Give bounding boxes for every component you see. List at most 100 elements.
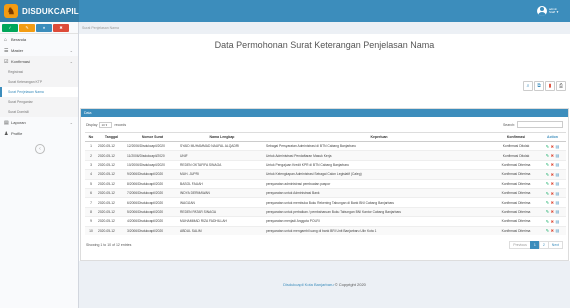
row-actions: ✎ ✖ ▤ xyxy=(540,219,565,224)
table-footer: Showing 1 to 10 of 12 entries Previous 1… xyxy=(81,239,568,251)
table-cell: Konfirmasi Diterima xyxy=(493,159,539,170)
action-cell: ✎ ✖ ▤ xyxy=(539,178,566,189)
action-cell: ✎ ✖ ▤ xyxy=(539,197,566,208)
sidebar-item-label: Beranda xyxy=(11,37,27,42)
row-actions: ✎ ✖ ▤ xyxy=(540,144,565,149)
sidebar-item-konfirmasi[interactable]: ☑ Konfirmasi ⌄ xyxy=(0,56,78,67)
table-cell: Untuk Pengajuan Kredit KPR di BTN Cabang… xyxy=(265,159,493,170)
content-panel: Data Permohonan Surat Keterangan Penjela… xyxy=(79,34,570,261)
submenu-item-penjelasan-nama[interactable]: Surat Penjelasan Nama xyxy=(0,87,78,97)
detail-icon[interactable]: ▤ xyxy=(555,144,559,149)
pagination-previous[interactable]: Previous xyxy=(509,241,531,250)
sidebar-item-laporan[interactable]: ▤ Laporan ⌄ xyxy=(0,117,78,128)
sidebar-item-master[interactable]: ☰ Master ⌄ xyxy=(0,45,78,56)
table-cell: persyaratan untuk mengambil uang di bank… xyxy=(265,225,493,236)
edit-icon[interactable]: ✎ xyxy=(546,144,549,149)
sidebar-item-label: Laporan xyxy=(11,120,26,125)
table-cell: 6 xyxy=(85,187,97,198)
column-header[interactable]: Konfirmasi xyxy=(493,132,539,142)
delete-icon[interactable]: ✖ xyxy=(551,144,554,149)
table-row: 4 2020-05-12 9/2006/Disdukcapil/2020 MUH. J… xyxy=(85,169,566,180)
delete-icon[interactable]: ✖ xyxy=(551,191,554,196)
column-header[interactable]: No xyxy=(85,132,97,142)
user-menu[interactable]: admin Staff ▼ xyxy=(537,2,560,20)
detail-icon[interactable]: ▤ xyxy=(555,228,559,233)
edit-icon[interactable]: ✎ xyxy=(546,219,549,224)
submenu-item-domisili[interactable]: Surat Domisili xyxy=(0,107,78,117)
detail-icon[interactable]: ▤ xyxy=(555,209,559,214)
detail-icon[interactable]: ▤ xyxy=(555,162,559,167)
row-actions: ✎ ✖ ▤ xyxy=(540,172,565,177)
avatar xyxy=(537,6,547,16)
top-navbar: ♞ DISDUKCAPIL admin Staff ▼ xyxy=(0,0,570,22)
delete-icon[interactable]: ✖ xyxy=(551,162,554,167)
edit-icon[interactable]: ✎ xyxy=(546,162,549,167)
submenu-item-pengantar[interactable]: Surat Pengantar xyxy=(0,97,78,107)
submenu-item-registrasi[interactable]: Registrasi xyxy=(0,67,78,77)
page-title: Data Permohonan Surat Keterangan Penjela… xyxy=(214,40,435,50)
table-cell: 3/2006/Disdukcapil/2020 xyxy=(126,225,179,236)
print-icon[interactable]: ⎙ xyxy=(556,81,566,91)
search-icon[interactable]: ⌕ xyxy=(523,81,533,91)
main-content: Surat Penjelasan Nama Data Permohonan Su… xyxy=(79,22,570,308)
column-header[interactable]: Tanggal xyxy=(97,132,126,142)
detail-icon[interactable]: ▤ xyxy=(555,200,559,205)
sidebar-item-beranda[interactable]: ⌂ Beranda xyxy=(0,34,78,45)
edit-icon[interactable]: ✎ xyxy=(546,153,549,158)
edit-icon[interactable]: ✎ xyxy=(546,228,549,233)
delete-icon[interactable]: ✖ xyxy=(551,228,554,233)
footer-brand[interactable]: Disdukcapil Kota Banjarbaru xyxy=(283,282,333,287)
detail-icon[interactable]: ▤ xyxy=(555,181,559,186)
table-cell: 2020-05-12 xyxy=(97,225,126,236)
table-cell: 7/2006/Disdukcapil/2020 xyxy=(126,187,179,198)
column-header[interactable]: Nomor Surat xyxy=(126,132,179,142)
delete-icon[interactable]: ✖ xyxy=(551,200,554,205)
table-cell: 9 xyxy=(85,216,97,227)
sidebar-item-label: Master xyxy=(11,48,24,53)
table-cell: MUHAMMAD RIZA FADHILLAH xyxy=(179,216,265,227)
table-cell: 2020-05-12 xyxy=(97,178,126,189)
column-header[interactable]: Keperluan xyxy=(265,132,493,142)
row-actions: ✎ ✖ ▤ xyxy=(540,200,565,205)
detail-icon[interactable]: ▤ xyxy=(555,219,559,224)
delete-icon[interactable]: ✖ xyxy=(551,219,554,224)
shortcut-close-button[interactable]: ✖ xyxy=(53,23,69,32)
search-control: Search: xyxy=(503,121,563,128)
row-actions: ✎ ✖ ▤ xyxy=(540,209,565,214)
table-cell: persyaratan menjadi Anggota POLRI xyxy=(265,216,493,227)
brand[interactable]: ♞ DISDUKCAPIL xyxy=(0,0,79,22)
detail-icon[interactable]: ▤ xyxy=(555,153,559,158)
pagination-next[interactable]: Next xyxy=(547,241,563,250)
delete-icon[interactable]: ✖ xyxy=(551,181,554,186)
table-cell: 8/2006/Disdukcapil/2020 xyxy=(126,178,179,189)
table-cell: UNIF xyxy=(179,150,265,161)
edit-icon[interactable]: ✎ xyxy=(546,209,549,214)
delete-icon[interactable]: ✖ xyxy=(551,209,554,214)
column-header[interactable]: Nama Lengkap xyxy=(179,132,265,142)
edit-icon[interactable]: ✎ xyxy=(546,172,549,177)
table-cell: 2020-05-12 xyxy=(97,140,126,151)
edit-icon[interactable]: ✎ xyxy=(546,200,549,205)
pdf-icon[interactable]: ▮ xyxy=(545,81,555,91)
sidebar-item-profile[interactable]: ♟ Profile xyxy=(0,128,78,139)
delete-icon[interactable]: ✖ xyxy=(551,172,554,177)
shortcut-diamond-button[interactable]: ♦ xyxy=(36,23,52,32)
entries-info: Showing 1 to 10 of 12 entries xyxy=(86,243,132,248)
column-header: Action xyxy=(539,132,566,142)
table-cell: persyaratan untuk perbaikan / pembaharua… xyxy=(265,206,493,217)
table-cell: 4/2006/Disdukcapil/2020 xyxy=(126,216,179,227)
detail-icon[interactable]: ▤ xyxy=(555,191,559,196)
detail-icon[interactable]: ▤ xyxy=(555,172,559,177)
action-cell: ✎ ✖ ▤ xyxy=(539,140,566,151)
edit-icon[interactable]: ✎ xyxy=(546,191,549,196)
submenu-item-ktp[interactable]: Surat Keterangan KTP xyxy=(0,77,78,87)
sidebar-collapse-button[interactable]: ‹ xyxy=(35,144,45,154)
action-cell: ✎ ✖ ▤ xyxy=(539,206,566,217)
copy-icon[interactable]: ⧉ xyxy=(534,81,544,91)
edit-icon[interactable]: ✎ xyxy=(546,181,549,186)
delete-icon[interactable]: ✖ xyxy=(551,153,554,158)
search-input[interactable] xyxy=(517,121,563,128)
page-length-select[interactable]: 10 ▾ xyxy=(99,121,113,128)
shortcut-check-button[interactable]: ✓ xyxy=(2,23,18,32)
shortcut-edit-button[interactable]: ✎ xyxy=(19,23,35,32)
